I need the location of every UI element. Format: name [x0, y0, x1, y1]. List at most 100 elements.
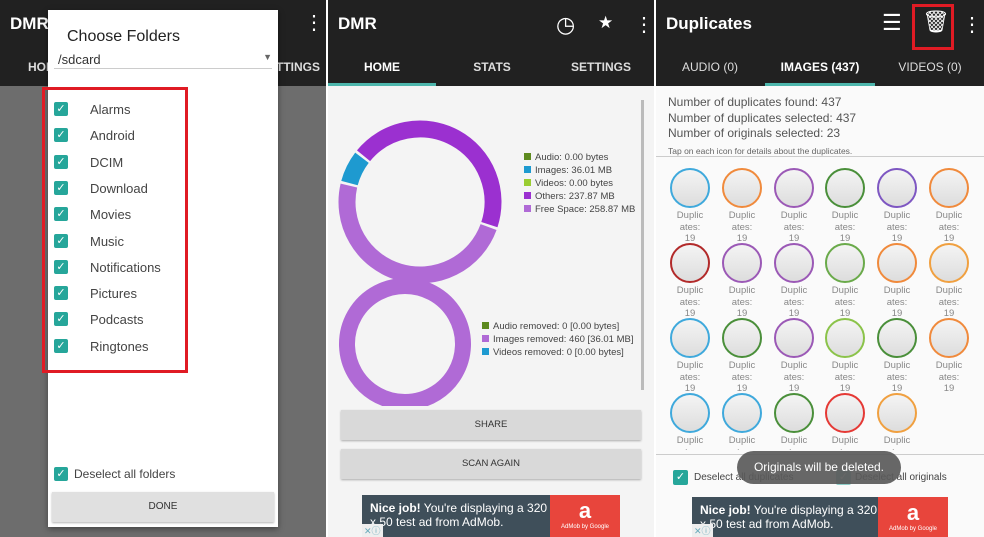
app-title: DMR [10, 14, 49, 33]
duplicates-screen: Duplicates ☰ 🗑 ⋮ AUDIO (0) IMAGES (437) … [656, 0, 984, 537]
dialog-title: Choose Folders [67, 28, 180, 45]
duplicate-thumbnail[interactable] [825, 168, 865, 208]
thumbnail-label: Duplicates:19 [883, 360, 911, 394]
deselect-all-label: Deselect all folders [74, 467, 176, 481]
thumbnail-label: Duplicates:19 [676, 435, 704, 450]
more-vert-icon[interactable]: ⋮ [304, 10, 324, 35]
duplicate-thumbnail[interactable] [670, 168, 710, 208]
duplicate-thumbnail[interactable] [825, 393, 865, 433]
thumbnail-label: Duplicates:19 [831, 435, 859, 450]
admob-logo: a AdMob by Google [550, 495, 620, 537]
thumbnail-label: Duplicates:19 [831, 210, 859, 244]
ad-bold: Nice job! [370, 501, 421, 515]
duplicate-thumbnail[interactable] [877, 168, 917, 208]
thumbnail-label: Duplicates:19 [728, 435, 756, 450]
legend-label: Images removed: 460 [36.01 MB] [493, 334, 634, 345]
thumbnail-label: Duplicates:19 [883, 285, 911, 319]
legend-entry: Audio removed: 0 [0.00 bytes] [482, 320, 633, 333]
app-title: DMR [338, 14, 377, 33]
ad-logo-text: AdMob by Google [560, 524, 610, 530]
duplicate-thumbnail[interactable] [670, 318, 710, 358]
storage-legend: Audio: 0.00 bytes Images: 36.01 MB Videos:… [524, 151, 635, 216]
duplicate-thumbnail[interactable] [877, 393, 917, 433]
ad-close-icon[interactable]: ✕ⓘ [362, 524, 383, 537]
share-button[interactable]: SHARE [341, 410, 641, 440]
tab-settings[interactable]: SETTINGS [548, 60, 654, 74]
legend-entry: Audio: 0.00 bytes [524, 151, 635, 164]
duplicate-thumbnail[interactable] [670, 393, 710, 433]
tab-home[interactable]: HOME [328, 60, 436, 74]
duplicate-thumbnail[interactable] [877, 243, 917, 283]
tab-stats[interactable]: STATS [437, 60, 547, 74]
deselect-duplicates-checkbox[interactable]: ✓ [673, 470, 688, 485]
app-bar: DMR ◷ ★ ⋮ HOME STATS SETTINGS [328, 0, 654, 86]
duplicate-thumbnail[interactable] [722, 393, 762, 433]
legend-label: Images: 36.01 MB [535, 165, 613, 176]
thumbnail-label: Duplicates:19 [831, 360, 859, 394]
duplicate-thumbnail[interactable] [877, 318, 917, 358]
thumbnail-label: Duplicates:19 [935, 285, 963, 319]
done-button[interactable]: DONE [52, 492, 274, 522]
ad-banner[interactable]: Nice job! You're displaying a 320 x 50 t… [362, 495, 620, 537]
ad-close-icon[interactable]: ✕ⓘ [692, 524, 713, 537]
thumbnail-label: Duplicates:19 [780, 435, 808, 450]
thumbnail-label: Duplicates:19 [676, 285, 704, 319]
divider [54, 68, 272, 69]
legend-swatch [482, 348, 489, 355]
duplicate-thumbnail[interactable] [774, 243, 814, 283]
choose-folders-screen: DMR HOME SETTINGS ⋮ Choose Folders /sdca… [0, 0, 326, 537]
legend-label: Videos: 0.00 bytes [535, 178, 613, 189]
legend-swatch [482, 322, 489, 329]
duplicate-thumbnail[interactable] [825, 318, 865, 358]
thumbnail-label: Duplicates:19 [935, 360, 963, 394]
legend-swatch [524, 205, 531, 212]
legend-label: Audio: 0.00 bytes [535, 152, 609, 163]
thumbnail-label: Duplicates:19 [831, 285, 859, 319]
legend-label: Free Space: 258.87 MB [535, 204, 636, 215]
legend-entry: Images removed: 460 [36.01 MB] [482, 333, 633, 346]
donut-slice-images [341, 152, 369, 186]
admob-logo: a AdMob by Google [878, 497, 948, 537]
legend-entry: Videos: 0.00 bytes [524, 177, 635, 190]
thumbnail-label: Duplicates:19 [780, 210, 808, 244]
legend-entry: Others: 237.87 MB [524, 190, 635, 203]
duplicate-thumbnail[interactable] [722, 168, 762, 208]
thumbnail-label: Duplicates:19 [728, 285, 756, 319]
path-dropdown[interactable]: /sdcard [58, 52, 101, 67]
donut-slice-free-space [338, 183, 497, 284]
scan-again-button[interactable]: SCAN AGAIN [341, 449, 641, 479]
legend-swatch [524, 179, 531, 186]
chevron-down-icon[interactable]: ▼ [263, 52, 272, 62]
duplicate-thumbnail[interactable] [929, 168, 969, 208]
duplicate-thumbnail[interactable] [929, 243, 969, 283]
legend-entry: Images: 36.01 MB [524, 164, 635, 177]
legend-swatch [482, 335, 489, 342]
legend-swatch [524, 153, 531, 160]
duplicate-thumbnail[interactable] [722, 243, 762, 283]
legend-entry: Videos removed: 0 [0.00 bytes] [482, 346, 633, 359]
donut-slice-others [356, 120, 502, 228]
ad-bold: Nice job! [700, 503, 751, 517]
thumbnail-label: Duplicates:19 [676, 360, 704, 394]
ad-banner[interactable]: Nice job! You're displaying a 320 x 50 t… [692, 497, 948, 537]
duplicate-thumbnail[interactable] [774, 318, 814, 358]
duplicate-thumbnail[interactable] [670, 243, 710, 283]
duplicate-thumbnail[interactable] [929, 318, 969, 358]
scrollbar[interactable] [641, 100, 644, 390]
toast-message: Originals will be deleted. [737, 451, 901, 484]
removed-legend: Audio removed: 0 [0.00 bytes] Images remo… [482, 320, 633, 359]
legend-label: Videos removed: 0 [0.00 bytes] [493, 347, 624, 358]
legend-swatch [524, 192, 531, 199]
duplicate-thumbnail[interactable] [825, 243, 865, 283]
deselect-all-checkbox[interactable]: ✓ [54, 467, 68, 481]
legend-entry: Free Space: 258.87 MB [524, 203, 635, 216]
thumbnail-label: Duplicates:19 [883, 210, 911, 244]
duplicate-thumbnail[interactable] [774, 168, 814, 208]
duplicate-thumbnail[interactable] [774, 393, 814, 433]
more-vert-icon[interactable]: ⋮ [634, 12, 654, 37]
ad-logo-text: AdMob by Google [888, 526, 938, 532]
star-icon[interactable]: ★ [598, 13, 613, 33]
thumbnail-label: Duplicates:19 [935, 210, 963, 244]
duplicate-thumbnail[interactable] [722, 318, 762, 358]
clock-icon[interactable]: ◷ [556, 12, 575, 38]
